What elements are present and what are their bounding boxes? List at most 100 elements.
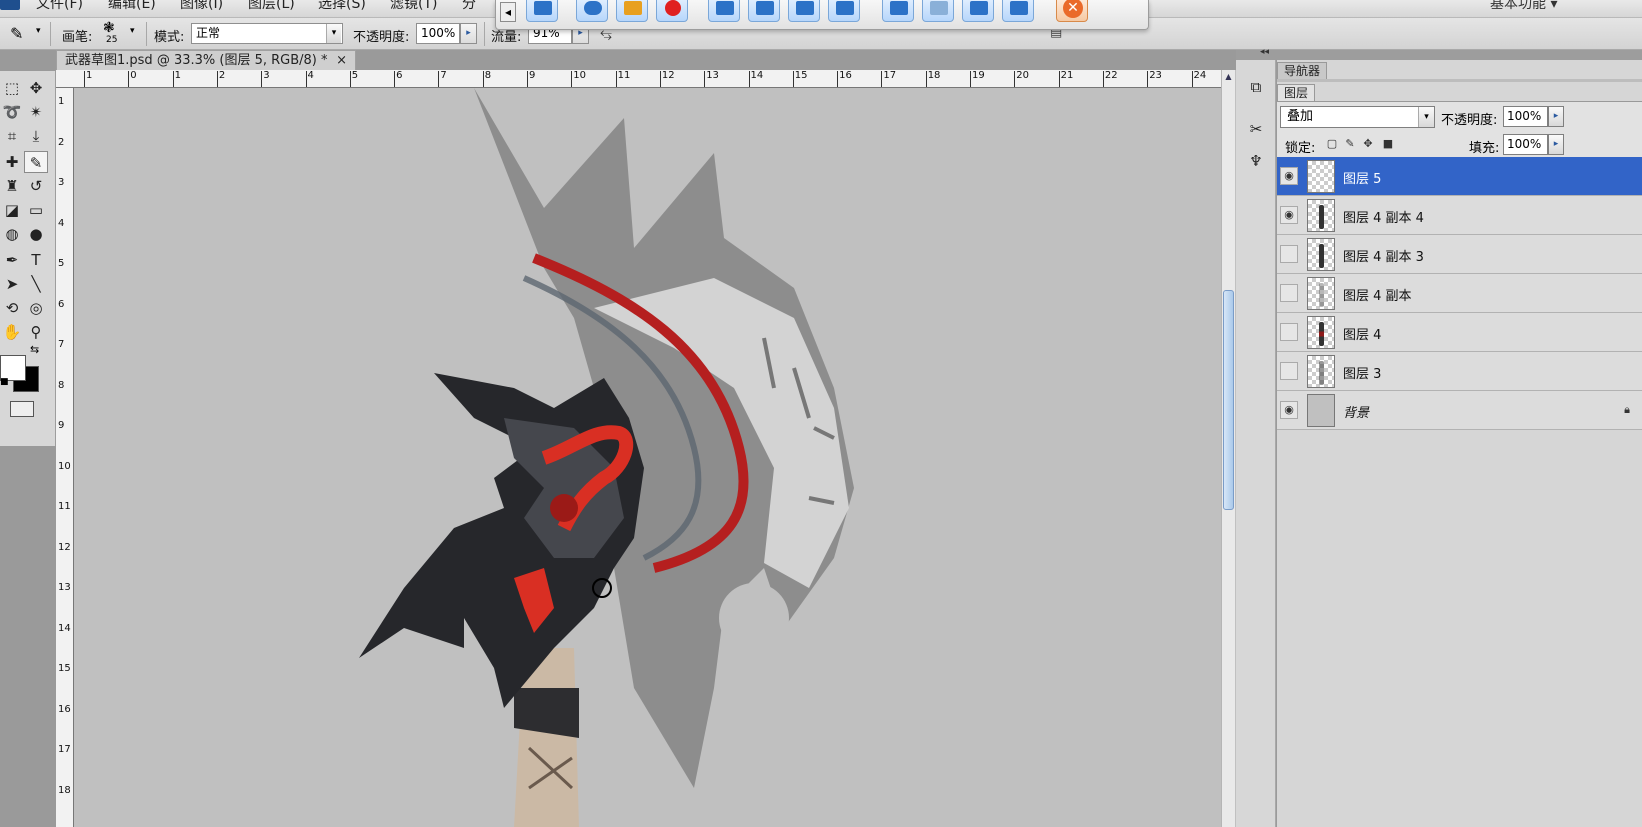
tool-button-8[interactable] [1002,0,1034,22]
default-colors-icon[interactable]: ■ [0,377,9,387]
preset-dropdown-icon[interactable]: ▾ [36,26,41,36]
lock-all-icon[interactable]: ■ [1381,137,1395,151]
brush-tool-icon[interactable]: ✎ [24,151,48,173]
menu-filter[interactable]: 滤镜(T) [390,0,437,13]
menu-edit[interactable]: 编辑(E) [108,0,156,13]
tool-button-1[interactable] [708,0,740,22]
menu-file[interactable]: 文件(F) [36,0,83,13]
fill-input[interactable]: 100% [1503,134,1548,155]
canvas[interactable] [74,88,1221,827]
blur-tool-icon[interactable]: ◍ [0,223,24,245]
pen-tool-icon[interactable]: ✒ [0,249,24,271]
thumbnail-figure [1319,361,1324,385]
close-capture-button[interactable]: ✕ [1056,0,1088,22]
3d-orbit-tool-icon[interactable]: ◎ [24,297,48,319]
lock-image-icon[interactable]: ✎ [1343,137,1357,151]
type-tool-icon[interactable]: T [24,249,48,271]
visibility-toggle[interactable] [1280,362,1298,380]
tool-button-6[interactable] [922,0,954,22]
vertical-scrollbar[interactable]: ▲ [1221,70,1235,827]
record-button[interactable] [656,0,688,22]
blend-mode-value: 叠加 [1287,109,1314,124]
layer-opacity-slider-button[interactable]: ▸ [1548,106,1564,127]
arrow-left-icon[interactable]: ◂ [500,2,516,22]
ruler-tick-label: 7 [58,339,65,350]
crop-tool-icon[interactable]: ⌗ [0,125,24,147]
eraser-tool-icon[interactable]: ◪ [0,199,24,221]
clone-stamp-tool-icon[interactable]: ♜ [0,175,24,197]
history-brush-tool-icon[interactable]: ↺ [24,175,48,197]
brush-preview-icon[interactable]: ❃ [103,20,115,36]
menu-analysis[interactable]: 分 [462,0,476,13]
gradient-tool-icon[interactable]: ▭ [24,199,48,221]
brush-tool-preset-icon[interactable]: ✎ [10,24,23,43]
eye-icon[interactable]: ◉ [1280,206,1298,224]
3d-rotate-tool-icon[interactable]: ⟲ [0,297,24,319]
healing-brush-tool-icon[interactable]: ✚ [0,151,24,173]
tool-presets-icon[interactable]: ✂ [1245,118,1267,140]
visibility-toggle[interactable] [1280,323,1298,341]
tool-button-3[interactable] [788,0,820,22]
hand-tool-icon[interactable]: ✋ [0,321,24,343]
move-tool-icon[interactable]: ✥ [24,77,48,99]
lock-transparency-icon[interactable]: ▢ [1325,137,1339,151]
layer-row[interactable]: ◉ 图层 4 副本 4 [1277,196,1642,235]
marquee-tool-icon[interactable]: ⬚ [0,77,24,99]
lock-position-icon[interactable]: ✥ [1361,137,1375,151]
separator [484,22,485,46]
brushes-panel-icon[interactable]: ♆ [1245,150,1267,172]
ruler-tick-mark [527,71,528,87]
swap-colors-icon[interactable]: ⇆ [30,343,39,356]
dodge-tool-icon[interactable]: ● [24,223,48,245]
layer-row[interactable]: 图层 4 副本 [1277,274,1642,313]
workspace-switcher[interactable]: 基本功能 ▾ [1490,0,1557,13]
eye-icon[interactable]: ◉ [1280,167,1298,185]
eyedropper-tool-icon[interactable]: ⤓ [24,125,48,147]
ruler-tick-mark [1191,71,1193,87]
blend-mode-select[interactable]: 叠加 ▾ [1280,106,1435,128]
zoom-tool-icon[interactable]: ⚲ [24,321,48,343]
ruler-tick-label: 14 [58,622,71,634]
capture-region-button[interactable] [526,0,558,22]
opacity-input[interactable]: 100% [416,23,460,44]
fill-slider-button[interactable]: ▸ [1548,134,1564,155]
layer-opacity-input[interactable]: 100% [1503,106,1548,127]
opacity-slider-button[interactable]: ▸ [460,23,477,44]
quick-mask-button[interactable] [10,401,34,417]
layer-row[interactable]: 图层 3 [1277,352,1642,391]
history-panel-icon[interactable]: ⧉ [1245,76,1267,98]
mode-select[interactable]: 正常 ▾ [191,23,343,44]
collapse-left-icon[interactable]: ◂◂ [1260,47,1269,57]
tool-button-4[interactable] [828,0,860,22]
path-selection-tool-icon[interactable]: ➤ [0,273,24,295]
menu-select[interactable]: 选择(S) [318,0,366,13]
tool-button-2[interactable] [748,0,780,22]
magic-wand-tool-icon[interactable]: ✴ [24,101,48,123]
menu-image[interactable]: 图像(I) [180,0,223,13]
layer-thumbnail [1307,316,1335,349]
scroll-thumb[interactable] [1223,290,1234,510]
tab-navigator[interactable]: 导航器 [1277,62,1328,79]
close-document-icon[interactable]: × [336,51,347,70]
visibility-toggle[interactable] [1280,284,1298,302]
pen-button[interactable] [616,0,648,22]
layer-row[interactable]: ◉ 图层 5 [1277,157,1642,196]
layer-row[interactable]: 图层 4 副本 3 [1277,235,1642,274]
ruler-tick-label: 9 [58,420,65,431]
visibility-toggle[interactable] [1280,245,1298,263]
tool-button-5[interactable] [882,0,914,22]
eye-icon[interactable]: ◉ [1280,401,1298,419]
layer-row[interactable]: 图层 4 [1277,313,1642,352]
audio-button[interactable] [576,0,608,22]
scroll-up-icon[interactable]: ▲ [1223,72,1234,83]
lasso-tool-icon[interactable]: ➰ [0,101,24,123]
layer-row[interactable]: ◉ 背景 🔒︎ [1277,391,1642,430]
lock-icon: 🔒︎ [1624,403,1630,416]
brush-picker-dropdown-icon[interactable]: ▾ [130,26,135,36]
line-tool-icon[interactable]: ╲ [24,273,48,295]
tool-button-7[interactable] [962,0,994,22]
tab-layers[interactable]: 图层 [1277,84,1316,101]
document-tab[interactable]: 武器草图1.psd @ 33.3% (图层 5, RGB/8) * × [56,50,356,70]
thumbnail-figure [1319,205,1324,229]
menu-layer[interactable]: 图层(L) [248,0,295,13]
